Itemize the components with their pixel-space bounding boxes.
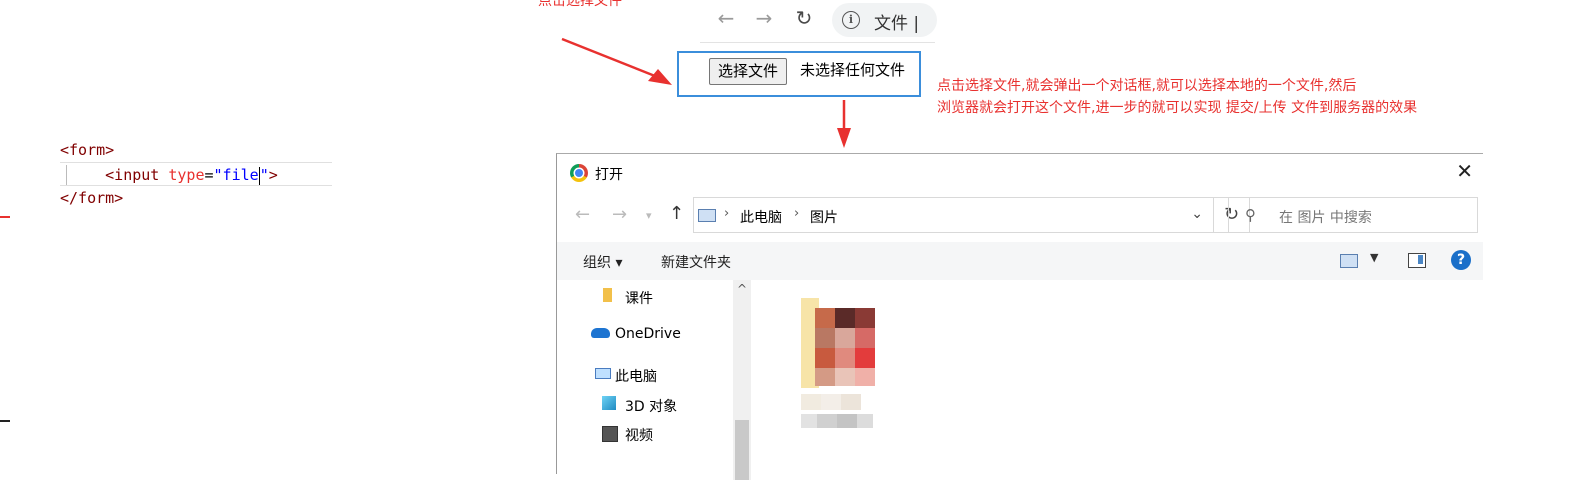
file-status-text: 未选择任何文件 (800, 61, 906, 79)
browser-toolbar: ← → ↻ i 文件 | (700, 0, 937, 43)
chevron-right-icon[interactable]: › (794, 206, 799, 221)
back-icon[interactable]: ← (714, 6, 738, 30)
computer-icon (595, 368, 611, 379)
annotation-arrow-icon (561, 37, 672, 85)
onedrive-icon (591, 328, 610, 338)
reload-icon[interactable]: ↻ (792, 6, 816, 30)
video-icon (602, 426, 618, 442)
code-snippet: <form> <input type="file"> </form> (60, 138, 332, 210)
code-line-1: <form> (60, 138, 332, 162)
breadcrumb-pictures[interactable]: 图片 (810, 207, 838, 227)
chrome-icon (570, 164, 588, 182)
search-icon: ⚲ (1245, 206, 1256, 224)
input-tag: <input (105, 166, 169, 184)
3d-objects-icon (602, 396, 616, 410)
pictures-folder-icon (698, 209, 716, 222)
view-options-icon[interactable] (1340, 254, 1358, 268)
navigation-pane: 课件 OneDrive 此电脑 3D 对象 视频 (557, 280, 753, 480)
left-edge-mark (0, 420, 10, 422)
annotation-line-2: 浏览器就会打开这个文件,进一步的就可以实现 提交/上传 文件到服务器的效果 (937, 100, 1418, 116)
organize-button[interactable]: 组织 ▾ (583, 252, 622, 272)
nav-item-videos[interactable]: 视频 (625, 425, 653, 445)
open-file-dialog: 打开 ✕ ← → ▾ ↑ › 此电脑 › 图片 ⌄ ↻ ⚲ 在 图片 中搜索 组… (556, 153, 1483, 480)
up-arrow-icon[interactable]: ↑ (669, 203, 684, 224)
scroll-thumb[interactable] (735, 420, 749, 480)
equals-sign: = (204, 166, 214, 184)
help-icon[interactable]: ? (1451, 250, 1471, 270)
chevron-down-icon[interactable]: ▼ (1370, 251, 1378, 264)
close-icon[interactable]: ✕ (1456, 159, 1473, 183)
breadcrumb-this-pc[interactable]: 此电脑 (740, 207, 782, 227)
code-line-3: </form> (60, 186, 332, 210)
nav-scrollbar[interactable]: ^ (733, 280, 751, 480)
address-bar[interactable]: i 文件 | (832, 3, 937, 37)
file-thumbnail[interactable] (797, 296, 877, 436)
indent-guide (66, 165, 67, 185)
down-arrow-icon (837, 100, 851, 148)
nav-item-3d-objects[interactable]: 3D 对象 (625, 396, 677, 416)
folder-icon (603, 288, 612, 302)
dialog-title: 打开 (595, 167, 623, 183)
preview-pane-icon[interactable] (1408, 253, 1426, 268)
address-path[interactable]: › 此电脑 › 图片 ⌄ (693, 197, 1214, 233)
chevron-down-icon[interactable]: ⌄ (1191, 206, 1203, 222)
back-icon[interactable]: ← (575, 204, 590, 225)
url-text: 文件 | (874, 14, 920, 34)
chevron-up-icon[interactable]: ^ (737, 282, 747, 296)
top-annotation: 点击选择文件 (538, 0, 622, 9)
search-box[interactable]: ⚲ 在 图片 中搜索 (1228, 197, 1478, 233)
file-input-demo: 选择文件 未选择任何文件 (677, 51, 921, 97)
choose-file-button[interactable]: 选择文件 (709, 58, 788, 85)
info-icon[interactable]: i (842, 11, 860, 29)
search-placeholder: 在 图片 中搜索 (1279, 210, 1372, 226)
type-attr: type (168, 166, 205, 184)
nav-item-courseware[interactable]: 课件 (625, 288, 653, 308)
annotation-line-1: 点击选择文件,就会弹出一个对话框,就可以选择本地的一个文件,然后 (937, 78, 1357, 94)
new-folder-button[interactable]: 新建文件夹 (661, 252, 731, 272)
type-value-quote: " (259, 166, 269, 184)
nav-item-onedrive[interactable]: OneDrive (615, 326, 681, 342)
input-close: > (268, 166, 278, 184)
right-annotation: 点击选择文件,就会弹出一个对话框,就可以选择本地的一个文件,然后 浏览器就会打开… (937, 75, 1417, 119)
code-line-2: <input type="file"> (60, 162, 332, 186)
type-value: "file (213, 166, 259, 184)
recent-dropdown-icon[interactable]: ▾ (646, 209, 652, 222)
dialog-toolbar: 组织 ▾ 新建文件夹 ▼ ? (557, 242, 1483, 280)
form-close-tag: </form> (60, 189, 124, 207)
chevron-right-icon[interactable]: › (724, 206, 729, 221)
form-open-tag: <form> (60, 141, 115, 159)
forward-icon[interactable]: → (612, 204, 627, 225)
forward-icon[interactable]: → (752, 6, 776, 30)
nav-item-this-pc[interactable]: 此电脑 (615, 366, 657, 386)
left-edge-mark (0, 216, 10, 218)
